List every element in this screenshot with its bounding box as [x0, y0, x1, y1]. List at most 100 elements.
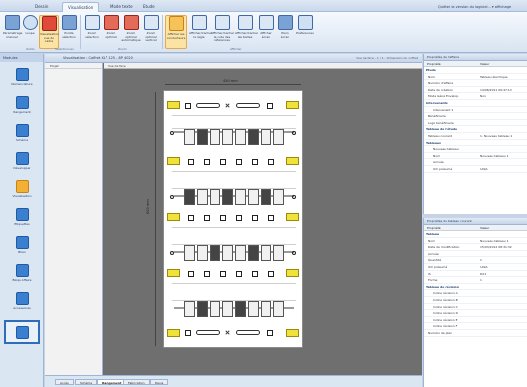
nav-highlighted-module[interactable]: [4, 320, 40, 344]
property-value[interactable]: 10kA: [480, 166, 488, 172]
property-row[interactable]: Tableau courant 1. Nouveau tableau 1: [424, 133, 527, 140]
property-row[interactable]: Date de modification 15/03/2012 08:31:32: [424, 244, 527, 251]
property-row[interactable]: IS D21: [424, 271, 527, 278]
property-value[interactable]: D21: [480, 271, 486, 277]
project-tree-header: Projet: [45, 63, 102, 69]
screw-mark: [170, 195, 174, 199]
property-value[interactable]: Tableau électrique: [480, 74, 508, 80]
nav-nomenclature[interactable]: Nomenclature: [4, 66, 40, 90]
property-row[interactable]: Numéro de plan: [424, 330, 527, 337]
property-name: Nom: [428, 74, 436, 79]
property-row[interactable]: Etude: [424, 67, 527, 74]
manual-setup-button[interactable]: Paramétrage manuel: [3, 15, 22, 49]
square-mark: [268, 271, 274, 277]
property-row[interactable]: Indice révision D: [424, 310, 527, 317]
project-tree[interactable]: Projet: [45, 63, 103, 375]
preferences-button[interactable]: Préférences: [295, 15, 315, 49]
pointer-select-button[interactable]: Pointe sélection: [60, 15, 78, 49]
nav-bilan[interactable]: Bilan: [4, 234, 40, 258]
property-row[interactable]: ICC présumé 10kA: [424, 166, 527, 173]
wiring-zone: [172, 171, 296, 189]
storage-icon: [15, 96, 29, 109]
property-value[interactable]: Nouveau tableau 1: [480, 153, 509, 159]
property-row[interactable]: Tableau de l'étude: [424, 126, 527, 133]
nav-accessoires[interactable]: Accessoires: [4, 290, 40, 314]
property-name: Mode Géné Envelop.: [428, 94, 459, 99]
property-row[interactable]: Indice révision A: [424, 290, 527, 297]
property-value[interactable]: 15/03/2012 08:31:32: [480, 244, 512, 250]
property-row[interactable]: Tableau: [424, 231, 527, 238]
height-dimension-label: 600 mm: [146, 199, 150, 214]
nav-etiquettes[interactable]: Etiquettes: [4, 206, 40, 230]
square-mark: [267, 103, 273, 109]
property-row[interactable]: Intervenants: [424, 100, 527, 107]
group-label-afficher: Afficher: [230, 47, 242, 51]
property-row[interactable]: Bénéficiaire: [424, 113, 527, 120]
property-row[interactable]: Tableaux: [424, 140, 527, 147]
full-screen-button[interactable]: Plein écran: [277, 15, 293, 49]
property-row[interactable]: Forme 1: [424, 277, 527, 284]
property-value[interactable]: 14/06/2011 09:47:13: [480, 87, 512, 93]
property-row[interactable]: Indice révision E: [424, 317, 527, 324]
bottom-tab-fabrication[interactable]: Fabrication: [123, 379, 150, 385]
bottom-tab-rangement[interactable]: Rangement: [97, 379, 127, 385]
property-row[interactable]: Quantité 1: [424, 257, 527, 264]
property-value[interactable]: 1. Nouveau tableau 1: [480, 133, 512, 139]
electrical-enclosure[interactable]: [163, 90, 303, 348]
zoom-optimal-auto-button[interactable]: Zoom optimal automatique: [121, 15, 141, 49]
property-name: Intervenant 1: [433, 107, 454, 112]
property-row[interactable]: Logo bénéficiaire: [424, 120, 527, 127]
property-row[interactable]: Nom Tableau électrique: [424, 74, 527, 81]
property-row[interactable]: Numéro d'affaire: [424, 80, 527, 87]
zoom-optimal-button[interactable]: Zoom optimal: [102, 15, 120, 49]
property-value[interactable]: 10kA: [480, 264, 488, 270]
toggle-ruler-button[interactable]: Afficher/Cacher la règle: [189, 15, 212, 49]
property-row[interactable]: Arrivée: [424, 251, 527, 258]
tab-mode-texte[interactable]: Mode texte: [105, 2, 138, 12]
property-name: Forme: [428, 278, 438, 283]
project-properties-list[interactable]: Etude Nom Tableau électrique Numéro d'affai…: [424, 67, 527, 173]
bottom-tab-acces[interactable]: Accès: [55, 379, 74, 385]
nav-bloqs-affaire[interactable]: Bloqs Affaire: [4, 262, 40, 286]
nav-rangement[interactable]: Rangement: [4, 94, 40, 118]
property-row[interactable]: Date de création 14/06/2011 09:47:13: [424, 87, 527, 94]
square-mark: [267, 330, 273, 336]
property-value[interactable]: 1: [480, 277, 482, 283]
property-value[interactable]: 1: [480, 257, 482, 263]
tab-visualisation[interactable]: Visualisation: [62, 2, 100, 12]
property-row[interactable]: Mode Géné Envelop. Non: [424, 93, 527, 100]
show-conductors-button[interactable]: Afficher les conducteurs: [165, 15, 187, 49]
nav-developper[interactable]: Développer: [4, 150, 40, 174]
property-row[interactable]: Indice révision F: [424, 323, 527, 330]
toggle-references-button[interactable]: Afficher/Cacher la cote des références: [211, 15, 234, 49]
bottom-tab-devis[interactable]: Devis: [150, 379, 169, 385]
bottom-tab-schema[interactable]: Schéma: [75, 379, 98, 385]
property-row[interactable]: Arrivée: [424, 159, 527, 166]
nav-visualisation[interactable]: Visualisation: [4, 178, 40, 202]
board-properties-list[interactable]: Tableau Nom Nouveau tableau 1 Date de modif…: [424, 231, 527, 337]
property-name: Indice révision D: [433, 311, 458, 316]
property-row[interactable]: ICC présumé 10kA: [424, 264, 527, 271]
property-row[interactable]: Intervenant 1: [424, 107, 527, 114]
frame-view-button[interactable]: Visualisation vue du cadre: [39, 15, 59, 49]
cross-cursor-icon: [41, 16, 57, 31]
show-screen-button[interactable]: Afficher écran: [257, 15, 275, 49]
property-value[interactable]: Nouveau tableau 1: [480, 238, 509, 244]
property-name: Tableau courant: [428, 133, 452, 138]
zoom-optimal-vertical-button[interactable]: Zoom optimal vertical: [142, 15, 160, 49]
property-row[interactable]: Indice révision C: [424, 304, 527, 311]
toggle-texts-button[interactable]: Afficher/Cacher les textes: [235, 15, 258, 49]
property-row[interactable]: Nom Nouveau tableau 1: [424, 153, 527, 160]
zoom-selection-button[interactable]: Zoom sélection: [83, 15, 101, 49]
property-row[interactable]: Indice révision B: [424, 297, 527, 304]
property-row[interactable]: Tableau de révision: [424, 284, 527, 291]
loupe-button[interactable]: Loupe: [22, 15, 38, 49]
document-title-bar: Visualisation : Coffret XL³ 125 - 8P 402…: [45, 54, 422, 63]
property-row[interactable]: Nom Nouveau tableau 1: [424, 238, 527, 245]
property-value[interactable]: Non: [480, 93, 486, 99]
ribbon-right-text[interactable]: Quitter la version du logiciel... ▾ affi…: [438, 2, 511, 12]
tab-etude[interactable]: Etude: [138, 2, 160, 12]
nav-schema[interactable]: Schéma: [4, 122, 40, 146]
property-row[interactable]: Nouveau tableau: [424, 146, 527, 153]
tab-dessin[interactable]: Dessin: [30, 2, 53, 12]
